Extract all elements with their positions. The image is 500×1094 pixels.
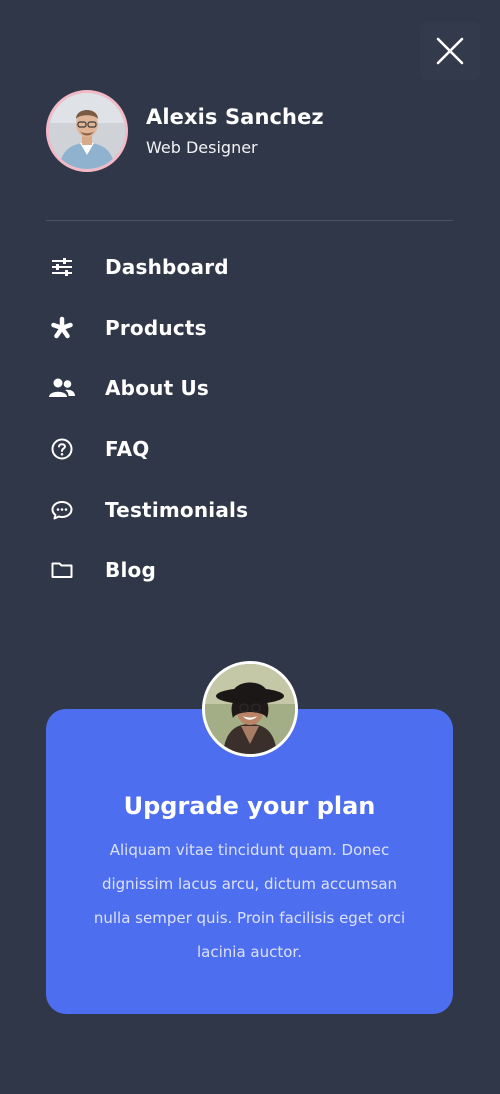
divider (46, 220, 453, 221)
question-icon (46, 433, 78, 465)
sliders-icon (46, 251, 78, 283)
sidebar-nav: Dashboard Products About Us FAQ Testimon… (46, 237, 453, 601)
profile-card: Alexis Sanchez Web Designer (46, 90, 324, 172)
upgrade-description: Aliquam vitae tincidunt quam. Donec dign… (93, 841, 406, 961)
chat-icon (46, 494, 78, 526)
avatar[interactable] (46, 90, 128, 172)
sidebar-item-dashboard[interactable]: Dashboard (46, 237, 453, 298)
sidebar-item-faq[interactable]: FAQ (46, 419, 453, 480)
upgrade-avatar (202, 661, 298, 757)
close-icon (436, 37, 464, 65)
sidebar-item-blog[interactable]: Blog (46, 540, 453, 601)
sidebar-item-label: Blog (105, 558, 156, 583)
sidebar-item-label: Testimonials (105, 497, 249, 522)
sidebar-item-label: Dashboard (105, 255, 229, 280)
users-icon (46, 372, 78, 404)
sidebar-item-label: FAQ (105, 437, 150, 462)
upgrade-title: Upgrade your plan (123, 792, 376, 820)
sidebar-item-testimonials[interactable]: Testimonials (46, 479, 453, 540)
sidebar-item-label: Products (105, 315, 207, 340)
sidebar-item-about-us[interactable]: About Us (46, 358, 453, 419)
profile-role: Web Designer (146, 137, 258, 157)
close-button[interactable] (420, 22, 480, 80)
profile-name: Alexis Sanchez (146, 104, 324, 129)
sidebar-item-products[interactable]: Products (46, 298, 453, 359)
sidebar-item-label: About Us (105, 376, 210, 401)
folder-icon (46, 554, 78, 586)
star-icon (46, 312, 78, 344)
